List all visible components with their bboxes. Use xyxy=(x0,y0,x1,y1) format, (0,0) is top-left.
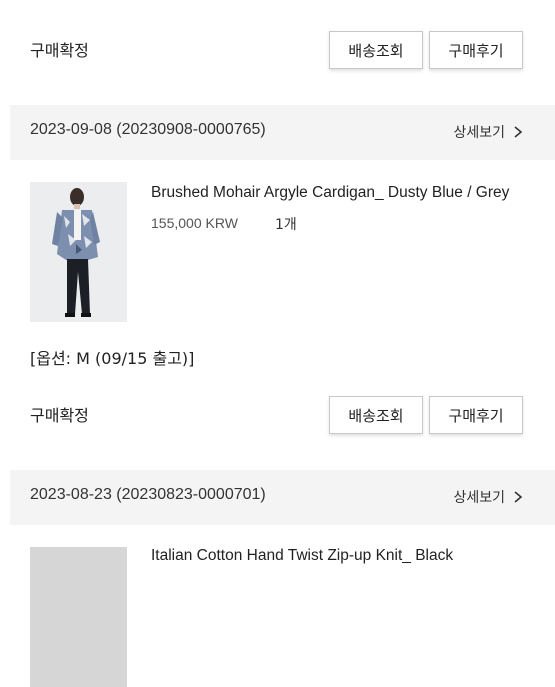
track-delivery-button[interactable]: 배송조회 xyxy=(329,31,423,69)
order-detail-link[interactable]: 상세보기 xyxy=(453,122,525,142)
chevron-right-icon xyxy=(514,126,523,138)
order-status-row: 구매확정 배송조회 구매후기 xyxy=(0,390,555,445)
product-name[interactable]: Brushed Mohair Argyle Cardigan_ Dusty Bl… xyxy=(151,184,509,202)
purchase-confirmed-label: 구매확정 xyxy=(30,406,89,425)
write-review-button[interactable]: 구매후기 xyxy=(429,31,523,69)
order-id: 2023-08-23 (20230823-0000701) xyxy=(30,486,266,503)
purchase-confirmed-label: 구매확정 xyxy=(30,41,89,60)
order-detail-link[interactable]: 상세보기 xyxy=(453,487,525,507)
track-delivery-button[interactable]: 배송조회 xyxy=(329,396,423,434)
order-status-row: 구매확정 배송조회 구매후기 xyxy=(0,25,555,80)
product-quantity: 1개 xyxy=(275,217,297,233)
order-id: 2023-09-08 (20230908-0000765) xyxy=(30,121,266,138)
order-header: 2023-09-08 (20230908-0000765) 상세보기 xyxy=(10,105,555,160)
product-thumbnail[interactable] xyxy=(30,547,127,687)
product-name[interactable]: Italian Cotton Hand Twist Zip-up Knit_ B… xyxy=(151,547,453,565)
product-option: [옵션: M (09/15 출고)] xyxy=(30,349,195,368)
product-thumbnail[interactable] xyxy=(30,182,127,322)
order-detail-label: 상세보기 xyxy=(453,490,505,506)
product-model-image xyxy=(30,547,127,687)
product-model-image xyxy=(30,182,127,322)
order-header: 2023-08-23 (20230823-0000701) 상세보기 xyxy=(10,470,555,525)
chevron-right-icon xyxy=(514,491,523,503)
product-price: 155,000 KRW xyxy=(151,215,238,231)
write-review-button[interactable]: 구매후기 xyxy=(429,396,523,434)
order-detail-label: 상세보기 xyxy=(453,125,505,141)
